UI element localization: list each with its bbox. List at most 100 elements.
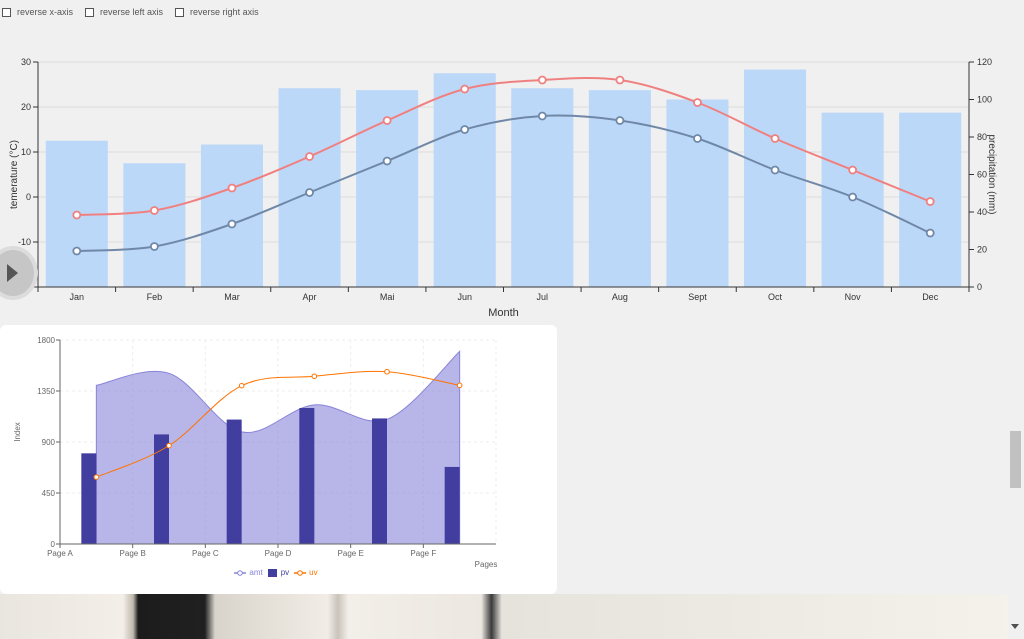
temperature-point [925,197,935,206]
temperature-point [149,242,159,251]
x-axis-label: Month [488,307,519,319]
x-tick-label: Mai [380,292,395,302]
legend-line-icon [234,569,247,576]
y2-tick-label: 100 [977,95,992,105]
legend-item-pv[interactable]: pv [267,568,290,577]
y-tick-label: 900 [42,438,56,447]
composed-chart-card: 0 450 900 1350 1800 Page A Page B Page C Page D P… [0,325,557,594]
play-icon [7,264,18,282]
page-scrollbar[interactable] [1008,0,1024,639]
x-tick-label: Jan [70,292,85,302]
checkbox-box[interactable] [85,7,95,17]
x-tick-label: Page E [338,549,364,558]
reverse-x-axis-checkbox[interactable]: reverse x-axis [2,7,73,17]
temperature-point [227,183,237,193]
x-tick-label: Nov [845,292,862,302]
reverse-right-axis-checkbox[interactable]: reverse right axis [175,7,259,17]
temperature-point [693,134,702,143]
pv-bar [81,453,97,544]
y-tick-label: 1350 [37,387,55,396]
legend-label: pv [280,568,290,577]
temperature-point [925,228,935,238]
pv-bar [372,418,387,544]
uv-point [456,382,463,389]
uv-point [238,382,245,389]
y-tick-label: 0 [26,192,31,202]
x-tick-label: Mar [224,292,240,302]
x-tick-label: Page C [192,549,219,558]
pages-chart: 0 450 900 1350 1800 Page A Page B Page C Page D P… [13,336,497,569]
temperature-point [382,156,392,166]
axis-controls: reverse x-axis reverse left axis reverse… [0,4,269,20]
y2-tick-label: 120 [977,57,992,67]
checkbox-label: reverse x-axis [17,7,74,17]
legend-label: amt [249,568,263,577]
temperature-point [537,75,547,85]
legend-item-uv[interactable]: uv [294,568,318,577]
x-tick-label: Aug [612,292,628,302]
precipitation-bar [433,73,496,287]
temperature-point [460,84,470,94]
temperature-point [305,152,314,161]
pv-bar [154,434,169,544]
temperature-point [72,210,82,220]
background-photo [0,594,1024,639]
x-tick-label: Page F [410,549,436,558]
legend-label: uv [309,568,318,577]
pv-bar [226,419,242,544]
y-axis-label: Index [13,422,22,442]
precipitation-bar [123,163,186,287]
scroll-down-arrow-icon[interactable] [1011,624,1019,629]
x-tick-label: Sept [688,292,707,302]
temperature-point [305,188,314,197]
temperature-point [770,134,780,143]
checkbox-box[interactable] [175,7,185,17]
y-tick-label: 1800 [37,336,55,345]
y-tick-label: 10 [21,147,31,157]
temperature-point [382,116,392,125]
temperature-point [537,111,547,121]
x-tick-label: Page D [265,549,292,558]
pv-bar [299,408,315,544]
temperature-point [615,75,625,85]
y-tick-label: 0 [51,540,56,549]
x-tick-label: Oct [768,292,783,302]
pv-bar [444,466,460,544]
temperature-point [72,246,82,256]
x-tick-label: Page A [47,549,73,558]
checkbox-box[interactable] [2,7,11,17]
checkbox-label: reverse right axis [190,7,259,17]
y-tick-label: 450 [42,489,56,498]
temperature-point [149,206,159,215]
scrollbar-thumb[interactable] [1010,431,1021,488]
y2-tick-label: 0 [977,282,982,292]
uv-point [93,474,100,480]
y2-tick-label: 80 [977,132,987,142]
amt-area [95,350,461,545]
x-tick-label: Page B [120,549,146,558]
uv-point [311,373,318,380]
y2-tick-label: 40 [977,207,987,217]
legend-square-icon [267,568,277,577]
temperature-point [848,165,858,175]
x-tick-label: Jul [537,292,549,302]
temperature-point [460,125,470,134]
legend-item-amt[interactable]: amt [234,568,263,577]
temperature-point [615,116,625,125]
checkbox-label: reverse left axis [100,7,164,17]
y2-axis-label: precipitation (mm) [986,134,997,214]
y2-tick-label: 20 [977,245,987,255]
precipitation-bar [666,99,729,287]
temperature-point [848,192,858,202]
uv-point [166,442,172,449]
legend-line-icon [294,569,307,576]
y-tick-label: 20 [21,102,31,112]
y-tick-label: 30 [21,57,31,67]
x-tick-label: Feb [147,292,163,302]
reverse-left-axis-checkbox[interactable]: reverse left axis [85,7,163,17]
precipitation-bar [278,88,341,287]
uv-point [384,368,390,375]
y-axis-label: temerature (°C) [9,140,20,209]
weather-chart: -20-100102030020406080100120JanFebMarApr… [9,57,997,319]
x-tick-label: Dec [922,292,939,302]
